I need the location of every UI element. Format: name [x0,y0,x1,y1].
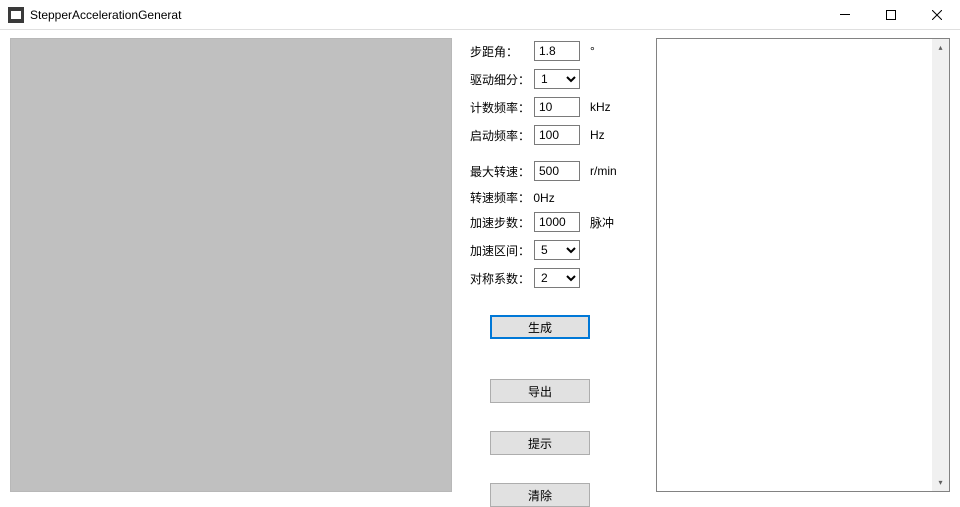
start-freq-label: 启动频率： [470,127,534,144]
scrollbar-track[interactable]: ▴ ▾ [932,39,949,491]
subdivision-label: 驱动细分： [470,71,534,88]
count-freq-label: 计数频率： [470,99,534,116]
minimize-icon [840,14,850,15]
preview-canvas [10,38,452,492]
clear-button[interactable]: 清除 [490,483,590,507]
scroll-down-icon[interactable]: ▾ [932,474,949,491]
max-speed-input[interactable] [534,161,580,181]
start-freq-row: 启动频率： Hz [470,122,642,148]
window-title: StepperAccelerationGenerat [30,8,822,22]
max-speed-row: 最大转速： r/min [470,158,642,184]
close-icon [932,10,942,20]
parameter-form: 步距角： ° 驱动细分： 1 计数频率： kHz 启动频率： Hz 最大转速： … [452,38,652,492]
sym-coeff-label: 对称系数： [470,270,534,287]
subdivision-select[interactable]: 1 [534,69,580,89]
export-button[interactable]: 导出 [490,379,590,403]
accel-steps-row: 加速步数： 脉冲 [470,209,642,235]
window-controls [822,0,960,29]
subdivision-row: 驱动细分： 1 [470,66,642,92]
sym-coeff-row: 对称系数： 2 [470,265,642,291]
step-angle-label: 步距角： [470,43,534,60]
speed-freq-label: 转速频率： [470,191,530,205]
step-angle-unit: ° [590,44,595,58]
output-textarea[interactable]: ▴ ▾ [656,38,950,492]
hint-button[interactable]: 提示 [490,431,590,455]
button-group: 生成 导出 提示 清除 [470,315,642,507]
speed-freq-row: 转速频率： 0Hz [470,186,642,209]
generate-button[interactable]: 生成 [490,315,590,339]
max-speed-unit: r/min [590,164,617,178]
accel-steps-label: 加速步数： [470,214,534,231]
start-freq-unit: Hz [590,128,605,142]
count-freq-input[interactable] [534,97,580,117]
client-area: 步距角： ° 驱动细分： 1 计数频率： kHz 启动频率： Hz 最大转速： … [0,30,960,500]
start-freq-input[interactable] [534,125,580,145]
count-freq-unit: kHz [590,100,611,114]
maximize-button[interactable] [868,0,914,29]
step-angle-row: 步距角： ° [470,38,642,64]
minimize-button[interactable] [822,0,868,29]
accel-range-select[interactable]: 5 [534,240,580,260]
scroll-up-icon[interactable]: ▴ [932,39,949,56]
maximize-icon [886,10,896,20]
max-speed-label: 最大转速： [470,163,534,180]
accel-range-row: 加速区间： 5 [470,237,642,263]
speed-freq-value: 0Hz [533,191,554,205]
step-angle-input[interactable] [534,41,580,61]
app-icon [8,7,24,23]
accel-steps-input[interactable] [534,212,580,232]
accel-range-label: 加速区间： [470,242,534,259]
close-button[interactable] [914,0,960,29]
accel-steps-unit: 脉冲 [590,214,614,231]
sym-coeff-select[interactable]: 2 [534,268,580,288]
output-panel: ▴ ▾ [656,38,950,492]
count-freq-row: 计数频率： kHz [470,94,642,120]
titlebar: StepperAccelerationGenerat [0,0,960,30]
